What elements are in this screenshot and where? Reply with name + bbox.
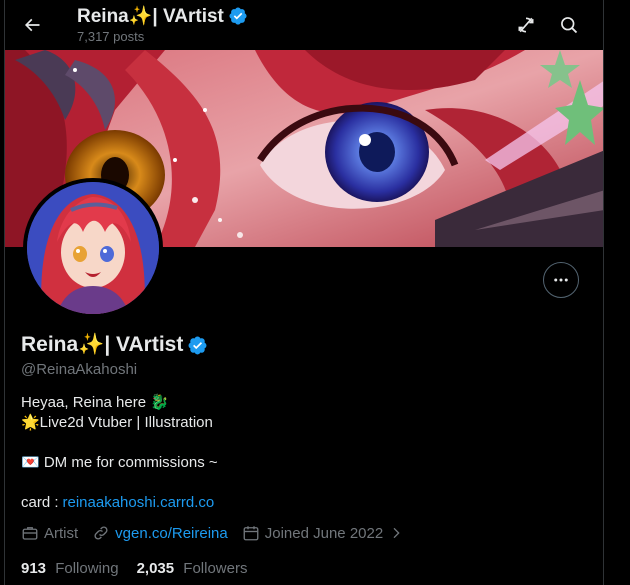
followers-label: Followers [183, 560, 248, 577]
joined-item[interactable]: Joined June 2022 [242, 524, 404, 542]
bio-line: 💌 DM me for commissions ~ [21, 454, 218, 471]
link-icon [94, 526, 108, 540]
display-name: Reina✨| VArtist [21, 333, 184, 356]
arrow-left-icon [24, 18, 40, 32]
search-button[interactable] [552, 8, 586, 42]
bio-card-line: card : reinaakahoshi.carrd.co [21, 493, 218, 513]
profile-meta: Artist vgen.co/Reireina Joined June 2022 [21, 524, 418, 542]
profile-column: Reina✨| VArtist 7,317 posts Reina✨| VArt… [4, 0, 604, 585]
calendar-icon [243, 526, 259, 541]
card-link[interactable]: reinaakahoshi.carrd.co [63, 493, 215, 513]
follow-stats: 913 Following 2,035 Followers [21, 560, 265, 577]
website-item: vgen.co/Reireina [92, 524, 228, 542]
display-name-row: Reina✨| VArtist [21, 333, 208, 357]
bio-line: Heyaa, Reina here 🐉 [21, 394, 169, 411]
bio-line: 🌟Live2d Vtuber | Illustration [21, 414, 213, 431]
category-text: Artist [44, 524, 79, 542]
chevron-right-icon [393, 527, 400, 539]
verified-badge-icon [229, 7, 247, 25]
following-count: 913 [21, 560, 47, 577]
avatar-image [27, 182, 159, 314]
briefcase-icon [22, 527, 38, 540]
back-button[interactable] [15, 8, 49, 42]
category-item: Artist [21, 524, 78, 542]
followers-count: 2,035 [136, 560, 175, 577]
profile-bio: Heyaa, Reina here 🐉 🌟Live2d Vtuber | Ill… [21, 393, 218, 513]
card-label: card : [21, 494, 59, 511]
more-options-button[interactable] [543, 262, 579, 298]
more-icon [554, 278, 568, 282]
sync-button[interactable] [509, 8, 543, 42]
top-bar: Reina✨| VArtist 7,317 posts [5, 0, 603, 50]
following-label: Following [55, 560, 119, 577]
joined-text: Joined June 2022 [264, 524, 384, 542]
profile-avatar[interactable] [23, 178, 163, 318]
website-link[interactable]: vgen.co/Reireina [115, 525, 228, 542]
user-handle: @ReinaAkahoshi [21, 361, 138, 378]
sync-icon [518, 17, 534, 33]
search-icon [561, 17, 578, 34]
following-link[interactable]: 913 Following [21, 560, 119, 577]
header-title: Reina✨| VArtist [77, 6, 224, 27]
followers-link[interactable]: 2,035 Followers [137, 560, 248, 577]
header-title-block: Reina✨| VArtist 7,317 posts [77, 4, 248, 44]
verified-badge-icon[interactable] [187, 335, 208, 356]
post-count: 7,317 posts [77, 29, 145, 44]
